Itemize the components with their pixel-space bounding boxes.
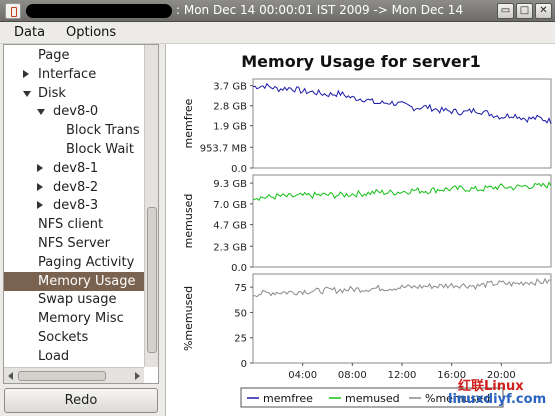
tree-item-label: Block Trans bbox=[66, 123, 140, 139]
watermark-line2: linuxdiyf.com bbox=[448, 392, 547, 407]
java-app-icon bbox=[5, 3, 21, 19]
tree-item-dev8-0[interactable]: dev8-0 bbox=[4, 102, 144, 121]
tree-item-label: Memory Misc bbox=[38, 311, 124, 327]
tree-item-label: Sockets bbox=[38, 330, 89, 345]
memory-usage-chart: 3.7 GB 2.8 GB 1.9 GB 953.7 MB 0.0 memfree 9.3 … bbox=[182, 78, 552, 408]
menu-data[interactable]: Data bbox=[14, 25, 45, 40]
y-axis-label: memfree bbox=[182, 98, 195, 148]
redo-button[interactable]: Redo bbox=[4, 388, 158, 413]
tree-horizontal-scrollbar[interactable] bbox=[4, 367, 144, 383]
plot-frame bbox=[252, 174, 552, 268]
y-tick-label: 1.9 GB bbox=[213, 122, 247, 133]
tree-item-dev8-2[interactable]: dev8-2 bbox=[4, 178, 144, 197]
tree-item-label: Load bbox=[38, 348, 70, 364]
maximize-button[interactable]: □ bbox=[516, 3, 533, 19]
y-axis-label: %memused bbox=[182, 286, 195, 351]
chart-pane: Memory Usage for server1 3.7 GB 2.8 GB 1.9… bbox=[165, 44, 555, 416]
tree-item-memory-usage[interactable]: Memory Usage bbox=[4, 271, 144, 291]
tree-item-label: Block Wait bbox=[66, 142, 134, 157]
tree-item-label: dev8-0 bbox=[53, 104, 99, 120]
tree-item-disk[interactable]: Disk bbox=[4, 84, 144, 103]
x-tick-label: 04:00 bbox=[288, 370, 317, 381]
tree-item-nfs-client[interactable]: NFS client bbox=[4, 215, 144, 234]
collapsed-triangle-icon[interactable] bbox=[37, 201, 43, 210]
tree-item-label: Paging Activity bbox=[38, 254, 135, 270]
window-title: : Mon Dec 14 00:00:01 IST 2009 -> Mon De… bbox=[176, 3, 464, 17]
y-tick-label: 0.0 bbox=[231, 164, 247, 175]
tree-item-page[interactable]: Page bbox=[4, 46, 144, 65]
scroll-left-arrow-icon[interactable] bbox=[8, 372, 13, 380]
plot-frame bbox=[252, 273, 552, 364]
y-tick-label: 7.0 GB bbox=[213, 200, 247, 211]
collapsed-triangle-icon[interactable] bbox=[23, 69, 29, 78]
tree-item-sockets[interactable]: Sockets bbox=[4, 328, 144, 347]
expanded-triangle-icon[interactable] bbox=[37, 109, 45, 116]
y-tick-label: 2.8 GB bbox=[213, 102, 247, 113]
legend-label: memfree bbox=[263, 392, 313, 405]
y-axis-label: memused bbox=[182, 194, 195, 249]
tree-item-block-trans[interactable]: Block Trans bbox=[4, 121, 144, 140]
tree-item-interface[interactable]: Interface bbox=[4, 65, 144, 84]
x-tick-label: 12:00 bbox=[388, 370, 417, 381]
y-tick-label: 4.7 GB bbox=[213, 221, 247, 232]
tree-item-label: NFS Server bbox=[38, 236, 110, 251]
tree-item-label: dev8-2 bbox=[53, 179, 99, 195]
y-tick-label: 9.3 GB bbox=[213, 179, 247, 190]
y-tick-label: 50 bbox=[234, 308, 247, 319]
minimize-button[interactable]: ▭ bbox=[497, 3, 514, 19]
menu-bar: Data Options bbox=[0, 22, 555, 44]
tree-item-nfs-server[interactable]: NFS Server bbox=[4, 234, 144, 253]
tree-item-swap-usage[interactable]: Swap usage bbox=[4, 290, 144, 309]
tree-item-load[interactable]: Load bbox=[4, 347, 144, 366]
tree-vertical-scrollbar[interactable] bbox=[144, 45, 158, 367]
menu-options[interactable]: Options bbox=[66, 25, 116, 40]
expanded-triangle-icon[interactable] bbox=[23, 90, 31, 97]
window-title-bar[interactable]: : Mon Dec 14 00:00:01 IST 2009 -> Mon De… bbox=[0, 0, 555, 22]
tree-item-dev8-3[interactable]: dev8-3 bbox=[4, 196, 144, 215]
y-tick-label: 3.7 GB bbox=[213, 82, 247, 93]
y-tick-label: 2.3 GB bbox=[213, 242, 247, 253]
x-tick-label: 08:00 bbox=[338, 370, 367, 381]
collapsed-triangle-icon[interactable] bbox=[37, 163, 43, 172]
y-tick-label: 953.7 MB bbox=[200, 143, 247, 154]
tree-item-label: dev8-1 bbox=[53, 160, 99, 176]
tree-item-block-wait[interactable]: Block Wait bbox=[4, 140, 144, 159]
y-tick-label: 0.0 bbox=[231, 263, 247, 274]
y-tick-label: 0 bbox=[241, 359, 247, 370]
y-tick-label: 25 bbox=[234, 334, 247, 345]
scroll-right-arrow-icon[interactable] bbox=[135, 372, 140, 380]
tree-item-label: NFS client bbox=[38, 217, 104, 233]
legend-label: memused bbox=[345, 392, 400, 405]
collapsed-triangle-icon[interactable] bbox=[37, 182, 43, 191]
plot-frame bbox=[252, 78, 552, 169]
tree-item-label: Swap usage bbox=[38, 292, 117, 308]
close-button[interactable]: ✕ bbox=[535, 3, 552, 19]
tree-item-label: dev8-3 bbox=[53, 198, 99, 214]
redacted-hostname bbox=[26, 4, 172, 18]
tree-item-dev8-1[interactable]: dev8-1 bbox=[4, 159, 144, 178]
vertical-scroll-thumb[interactable] bbox=[147, 207, 157, 353]
metric-tree[interactable]: Page Interface Disk dev8-0 Block Trans Block … bbox=[3, 44, 159, 384]
tree-item-label: Page bbox=[38, 48, 70, 63]
tree-item-label: Interface bbox=[38, 66, 97, 82]
tree-item-label: Memory Usage bbox=[38, 273, 136, 289]
tree-item-label: Disk bbox=[38, 85, 66, 101]
tree-item-paging-activity[interactable]: Paging Activity bbox=[4, 253, 144, 272]
tree-item-memory-misc[interactable]: Memory Misc bbox=[4, 309, 144, 328]
y-tick-label: 75 bbox=[234, 283, 247, 294]
horizontal-scroll-thumb[interactable] bbox=[18, 371, 106, 381]
